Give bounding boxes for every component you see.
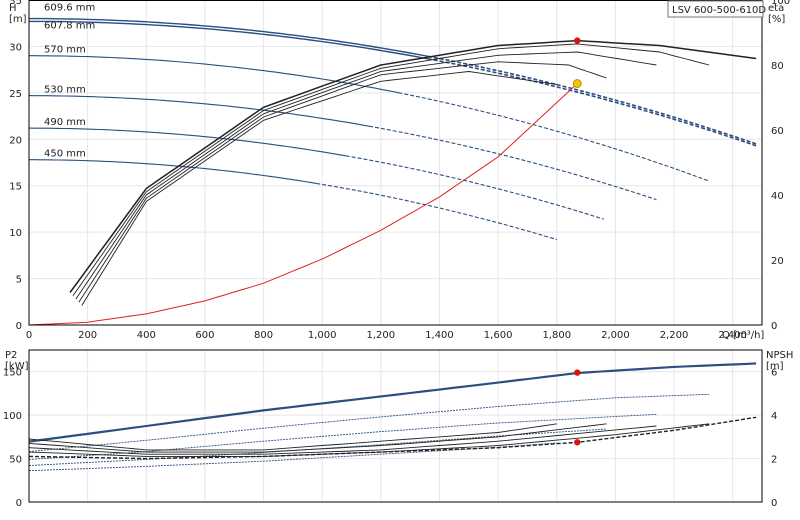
ticks-layer: 0 200 400 600 800 1,000 1,200 1,400 1,600 1,800 2,… [3,0,790,509]
top-left-tick-label: 35 [9,0,22,7]
head-curve-label: 570 mm [44,45,86,56]
bottom-right-tick-label: 0 [771,498,777,509]
x-tick-label: 0 [26,330,32,341]
head-curve-tail [427,58,757,147]
head-curve-label: 530 mm [44,85,86,96]
bottom-left-tick-label: 100 [3,411,22,422]
model-label: LSV 600-500-610D [672,5,766,16]
bottom-left-tick-label: 150 [3,368,22,379]
pump-curve-chart: 609.6 mm 607.8 mm 570 mm 530 mm 490 mm 450 mm… [0,0,800,520]
bottom-left-tick-label: 0 [16,498,22,509]
top-left-tick-label: 20 [9,135,22,146]
top-left-tick-label: 15 [9,182,22,193]
head-curve-label: 607.8 mm [44,20,95,31]
head-curve-label: 490 mm [44,117,86,128]
top-right-tick-label: 20 [771,256,784,267]
power-curve [28,393,710,453]
bottom-left-tick-label: 50 [9,455,22,466]
efficiency-curve [72,43,710,297]
head-curve-tail [316,182,557,241]
x-tick-label: 1,600 [484,330,513,341]
bottom-left-axis-title-line1: P2 [5,350,17,361]
top-right-axis-title-line2: [%] [768,14,785,25]
top-right-tick-label: 100 [771,0,790,7]
npsh-curve [28,423,607,453]
efficiency-curve [81,71,557,306]
x-tick-label: 2,200 [660,330,689,341]
x-tick-label: 600 [195,330,214,341]
bottom-right-tick-label: 6 [771,368,777,379]
x-tick-label: 1,400 [425,330,454,341]
top-right-tick-label: 40 [771,191,784,202]
head-curve-tail [368,125,657,201]
x-tick-label: 1,800 [542,330,571,341]
npsh-curve [28,423,557,451]
top-right-tick-label: 0 [771,321,777,332]
efficiency-curve [78,61,607,303]
text-layer: H [m] eta [%] Q [m³/h] P2 [kW] NPSH [m] … [5,0,793,372]
head-curve-label: 450 mm [44,149,86,160]
top-left-tick-label: 10 [9,228,22,239]
system-curve [28,83,578,326]
efficiency-curve [75,51,657,300]
x-tick-label: 1,000 [308,330,337,341]
top-left-tick-label: 25 [9,89,22,100]
top-right-tick-label: 60 [771,126,784,137]
x-tick-label: 800 [254,330,273,341]
duty-point-head-marker [572,79,582,88]
bottom-right-axis-title-line1: NPSH [766,350,793,361]
duty-point-power-marker [574,369,581,376]
x-tick-label: 200 [78,330,97,341]
x-tick-label: 400 [137,330,156,341]
top-left-tick-label: 30 [9,42,22,53]
top-right-tick-label: 80 [771,61,784,72]
head-curve-tail [427,55,757,145]
top-left-tick-label: 0 [16,321,22,332]
head-curve-label: 609.6 mm [44,3,95,14]
bottom-right-tick-label: 4 [771,411,777,422]
x-tick-label: 1,200 [367,330,396,341]
top-left-axis-title-line2: [m] [9,14,27,25]
efficiency-curve [69,39,757,293]
curves-layer: 609.6 mm 607.8 mm 570 mm 530 mm 490 mm 450 mm [28,3,757,472]
chart-canvas: 609.6 mm 607.8 mm 570 mm 530 mm 490 mm 450 mm… [3,0,793,509]
markers-layer [572,37,582,446]
top-left-tick-label: 5 [16,275,22,286]
bottom-right-tick-label: 2 [771,455,777,466]
power-curve [28,362,757,442]
duty-point-efficiency-marker [574,37,581,44]
head-curve-tail [345,155,604,220]
x-tick-label: 2,400 [718,330,747,341]
x-tick-label: 2,000 [601,330,630,341]
duty-point-npsh-marker [574,439,581,446]
